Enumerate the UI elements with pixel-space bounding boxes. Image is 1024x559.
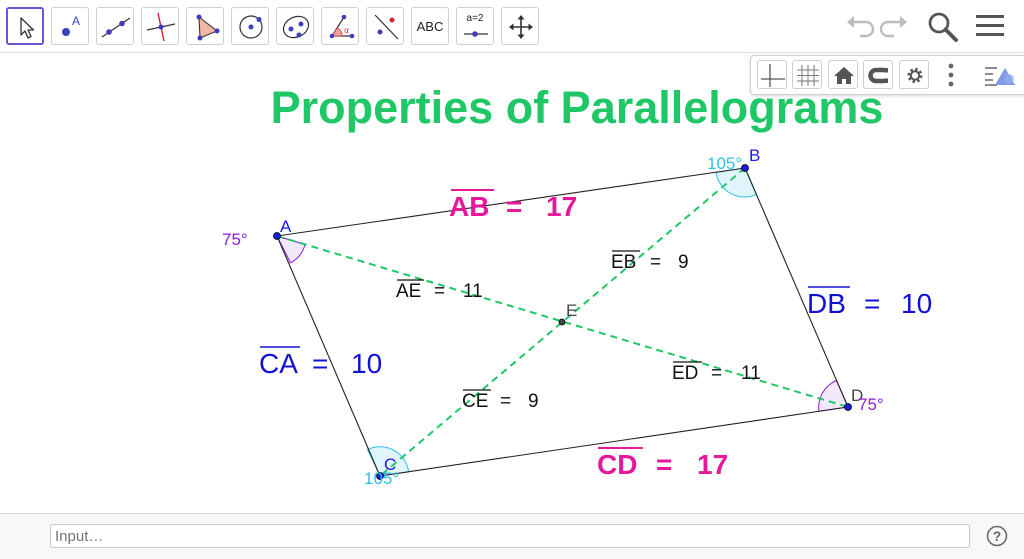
help-icon[interactable]: ? xyxy=(986,525,1008,547)
move-graphics-tool[interactable] xyxy=(501,7,539,45)
home-icon xyxy=(834,67,854,84)
input-bar: ? xyxy=(0,513,1024,559)
polygon-icon xyxy=(196,14,220,41)
undo-icon[interactable] xyxy=(842,10,876,42)
move-arrows-icon xyxy=(509,15,533,39)
toggle-style-bar-icon[interactable] xyxy=(983,61,1017,89)
point-tool-label: A xyxy=(72,14,80,28)
grid-icon xyxy=(797,65,819,86)
reflect-icon xyxy=(374,14,399,40)
graphics-settings-button[interactable] xyxy=(899,60,929,89)
angle-tool[interactable]: α xyxy=(321,7,359,45)
point-icon: A xyxy=(62,14,80,36)
redo-icon[interactable] xyxy=(878,10,912,42)
toolbar: A α ABC a=2 xyxy=(0,0,1024,53)
reflect-tool[interactable] xyxy=(366,7,404,45)
line-tool[interactable] xyxy=(96,7,134,45)
angle-icon: α xyxy=(329,14,355,39)
angle-tool-label: α xyxy=(344,26,349,35)
ellipse-icon xyxy=(282,15,310,39)
perpendicular-tool[interactable] xyxy=(141,7,179,45)
perpendicular-line-icon xyxy=(146,12,176,42)
slider-tool[interactable]: a=2 xyxy=(456,7,494,45)
gear-icon xyxy=(907,68,923,83)
toggle-grid-button[interactable] xyxy=(792,60,822,89)
more-icon[interactable] xyxy=(943,61,959,89)
polygon-tool[interactable] xyxy=(186,7,224,45)
svg-text:?: ? xyxy=(993,528,1002,544)
point-tool[interactable]: A xyxy=(51,7,89,45)
magnet-icon xyxy=(868,67,888,84)
axes-icon xyxy=(761,64,785,87)
circle-tool[interactable] xyxy=(231,7,269,45)
cursor-arrow-icon xyxy=(20,17,35,39)
ellipse-tool[interactable] xyxy=(276,7,314,45)
slider-icon xyxy=(464,31,488,37)
text-tool[interactable]: ABC xyxy=(411,7,449,45)
search-icon[interactable] xyxy=(926,10,960,44)
graphics-style-bar xyxy=(750,55,1024,95)
point-capturing-button[interactable] xyxy=(863,60,893,89)
toggle-axes-button[interactable] xyxy=(757,60,787,89)
standard-view-button[interactable] xyxy=(828,60,858,89)
move-tool[interactable] xyxy=(6,7,44,45)
circle-icon xyxy=(239,15,263,39)
algebra-input-field[interactable] xyxy=(50,524,970,548)
menu-icon[interactable] xyxy=(974,10,1006,42)
line-icon xyxy=(101,17,131,38)
text-tool-label: ABC xyxy=(416,18,444,34)
